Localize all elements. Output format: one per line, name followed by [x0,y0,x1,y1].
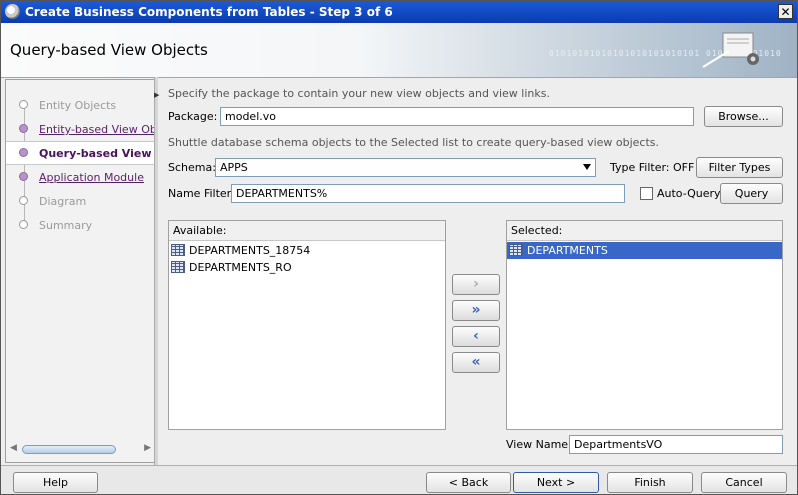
list-item[interactable]: DEPARTMENTS [507,242,782,259]
app-icon [5,4,20,19]
back-button[interactable]: < Back [426,472,511,493]
move-all-left-button[interactable]: « [452,352,500,373]
page-title: Query-based View Objects [10,41,208,59]
step-application-module[interactable]: Application Module [6,166,155,188]
step-dot-icon [19,196,28,205]
step-label: Summary [39,219,93,232]
schema-label: Schema: [168,161,216,174]
help-button[interactable]: Help [13,472,98,493]
finish-button[interactable]: Finish [607,472,693,493]
wizard-graphic-icon [702,32,759,68]
wizard-footer: Help < Back Next > Finish Cancel [1,466,797,494]
step-dot-icon [19,100,28,109]
wizard-header: Query-based View Objects 010101010101010… [1,23,797,78]
step-diagram: Diagram [6,190,155,212]
next-button[interactable]: Next > [513,472,599,493]
step-label[interactable]: Entity-based View Obje [39,123,155,136]
step-query-based-view-objects: Query-based View O [6,141,156,165]
nav-splitter[interactable]: ▶ [154,77,159,465]
auto-query-label[interactable]: Auto-Query [657,187,721,200]
view-name-label: View Name: [506,438,572,451]
filter-types-button[interactable]: Filter Types [696,157,783,178]
window-title: Create Business Components from Tables -… [25,5,393,19]
selected-list[interactable]: Selected: DEPARTMENTS [506,220,783,430]
schema-value: APPS [220,161,248,174]
chevron-down-icon [583,164,591,170]
close-icon[interactable]: ✕ [778,4,793,19]
browse-button[interactable]: Browse... [704,106,783,127]
list-item-label: DEPARTMENTS_18754 [189,244,311,257]
name-filter-label: Name Filter: [168,187,235,200]
step-dot-icon [19,124,28,133]
package-instruction: Specify the package to contain your new … [168,87,550,100]
query-button[interactable]: Query [720,183,783,204]
step-summary: Summary [6,214,155,236]
type-filter-status: Type Filter: OFF [610,161,695,174]
package-input[interactable]: model.vo [220,107,694,126]
step-label: Diagram [39,195,87,208]
table-icon [171,244,185,256]
step-label: Query-based View O [39,147,156,160]
selected-header: Selected: [507,221,782,241]
step-label[interactable]: Application Module [39,171,144,184]
step-dot-icon [19,220,28,229]
package-label: Package: [168,110,218,123]
move-all-right-button[interactable]: » [452,300,500,321]
scroll-right-icon[interactable]: ▶ [144,443,151,453]
view-name-input[interactable]: DepartmentsVO [569,435,783,454]
list-item[interactable]: DEPARTMENTS_18754 [169,242,445,259]
auto-query-checkbox[interactable] [640,187,653,200]
name-filter-input[interactable]: DEPARTMENTS% [231,184,625,203]
splitter-grip-icon[interactable]: ▶ [154,91,159,99]
list-item[interactable]: DEPARTMENTS_RO [169,259,445,276]
list-item-label: DEPARTMENTS_RO [189,261,292,274]
step-dot-icon [19,172,28,181]
schema-select[interactable]: APPS [215,158,596,177]
step-dot-icon [19,148,28,157]
wizard-steps-nav: Entity Objects Entity-based View Obje Qu… [5,79,156,463]
step-entity-objects: Entity Objects [6,94,155,116]
cancel-button[interactable]: Cancel [701,472,787,493]
step-label: Entity Objects [39,99,117,112]
available-header: Available: [169,221,445,241]
move-right-button[interactable]: › [452,274,500,295]
nav-horizontal-scrollbar[interactable]: ◀ ▶ [8,442,153,458]
table-icon [171,261,185,273]
table-icon [509,244,523,256]
wizard-window: Create Business Components from Tables -… [0,0,798,495]
move-left-button[interactable]: ‹ [452,326,500,347]
list-item-label: DEPARTMENTS [527,244,608,257]
available-list[interactable]: Available: DEPARTMENTS_18754 DEPARTMENTS… [168,220,446,430]
step-entity-based-view-objects[interactable]: Entity-based View Obje [6,118,155,140]
scroll-left-icon[interactable]: ◀ [10,443,17,453]
shuttle-instruction: Shuttle database schema objects to the S… [168,136,660,149]
title-bar: Create Business Components from Tables -… [1,1,797,23]
scroll-thumb[interactable] [22,445,116,454]
